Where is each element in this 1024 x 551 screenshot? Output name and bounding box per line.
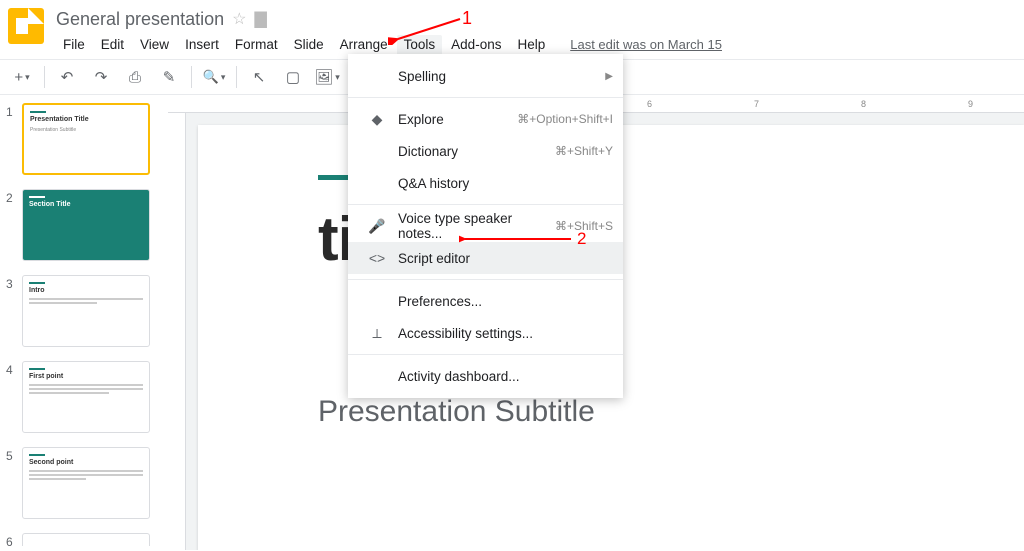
menu-label: Voice type speaker notes... (398, 211, 555, 241)
document-title[interactable]: General presentation (56, 9, 224, 30)
menu-label: Preferences... (398, 294, 613, 309)
menu-label: Explore (398, 112, 517, 127)
menu-dictionary[interactable]: Dictionary ⌘+Shift+Y (348, 135, 623, 167)
menu-slide[interactable]: Slide (287, 35, 331, 54)
menu-explore[interactable]: ◆ Explore ⌘+Option+Shift+I (348, 103, 623, 135)
menu-separator (348, 279, 623, 280)
menu-shortcut: ⌘+Option+Shift+I (517, 112, 613, 126)
menu-spelling[interactable]: Spelling ▶ (348, 60, 623, 92)
menu-arrange[interactable]: Arrange (333, 35, 395, 54)
microphone-icon: 🎤 (366, 218, 388, 235)
slide-subtitle-text[interactable]: Presentation Subtitle (318, 395, 964, 429)
slide-thumbnails: 1 Presentation Title Presentation Subtit… (0, 95, 168, 550)
image-tool[interactable]: 🖼▾ (313, 64, 341, 90)
menu-file[interactable]: File (56, 35, 92, 54)
thumb-number: 5 (6, 447, 22, 519)
thumb-number: 4 (6, 361, 22, 433)
menu-accessibility[interactable]: ⟂ Accessibility settings... (348, 317, 623, 349)
print-button[interactable]: ⎙ (121, 64, 149, 90)
select-tool[interactable]: ↖ (245, 64, 273, 90)
menu-preferences[interactable]: Preferences... (348, 285, 623, 317)
menu-label: Script editor (398, 251, 613, 266)
thumb-title: Presentation Title (30, 116, 142, 123)
annotation-number-1: 1 (462, 8, 472, 29)
thumb-title: First point (29, 373, 143, 380)
thumbnail-5[interactable]: Second point (22, 447, 150, 519)
menu-addons[interactable]: Add-ons (444, 35, 508, 54)
thumb-number: 1 (6, 103, 22, 175)
paint-format-button[interactable]: ✎ (155, 64, 183, 90)
menu-edit[interactable]: Edit (94, 35, 131, 54)
menu-separator (348, 204, 623, 205)
menu-qa-history[interactable]: Q&A history (348, 167, 623, 199)
slides-logo-icon[interactable] (8, 8, 44, 44)
ruler-vertical (168, 113, 186, 550)
accessibility-icon: ⟂ (366, 325, 388, 342)
undo-button[interactable]: ↶ (53, 64, 81, 90)
menu-view[interactable]: View (133, 35, 176, 54)
folder-icon[interactable]: ▇ (254, 9, 266, 29)
menu-label: Spelling (398, 69, 605, 84)
menu-bar: File Edit View Insert Format Slide Arran… (56, 32, 722, 56)
menu-label: Activity dashboard... (398, 369, 613, 384)
explore-icon: ◆ (366, 111, 388, 128)
code-icon: <> (366, 250, 388, 266)
star-icon[interactable]: ☆ (232, 9, 246, 29)
menu-separator (348, 354, 623, 355)
annotation-number-2: 2 (577, 229, 586, 249)
thumbnail-2[interactable]: Section Title (22, 189, 150, 261)
header: General presentation ☆ ▇ File Edit View … (0, 0, 1024, 56)
menu-label: Accessibility settings... (398, 326, 613, 341)
menu-shortcut: ⌘+Shift+Y (555, 144, 613, 158)
thumb-number: 6 (6, 533, 22, 549)
thumb-title: Intro (29, 287, 143, 294)
menu-tools[interactable]: Tools (397, 35, 443, 54)
thumb-number: 3 (6, 275, 22, 347)
thumbnail-6[interactable] (22, 533, 150, 546)
thumb-number: 2 (6, 189, 22, 261)
thumbnail-4[interactable]: First point (22, 361, 150, 433)
zoom-button[interactable]: 🔍▾ (200, 64, 228, 90)
thumbnail-3[interactable]: Intro (22, 275, 150, 347)
textbox-tool[interactable]: ▢ (279, 64, 307, 90)
thumb-subtitle: Presentation Subtitle (30, 127, 142, 133)
last-edit-link[interactable]: Last edit was on March 15 (570, 37, 722, 52)
new-slide-button[interactable]: +▾ (8, 64, 36, 90)
thumb-title: Section Title (29, 201, 143, 208)
tools-dropdown: Spelling ▶ ◆ Explore ⌘+Option+Shift+I Di… (348, 54, 623, 398)
thumb-title: Second point (29, 459, 143, 466)
chevron-right-icon: ▶ (605, 71, 613, 82)
menu-help[interactable]: Help (510, 35, 552, 54)
redo-button[interactable]: ↷ (87, 64, 115, 90)
menu-label: Dictionary (398, 144, 555, 159)
menu-activity-dashboard[interactable]: Activity dashboard... (348, 360, 623, 392)
menu-label: Q&A history (398, 176, 613, 191)
menu-separator (348, 97, 623, 98)
menu-insert[interactable]: Insert (178, 35, 226, 54)
thumbnail-1[interactable]: Presentation Title Presentation Subtitle (22, 103, 150, 175)
menu-format[interactable]: Format (228, 35, 285, 54)
